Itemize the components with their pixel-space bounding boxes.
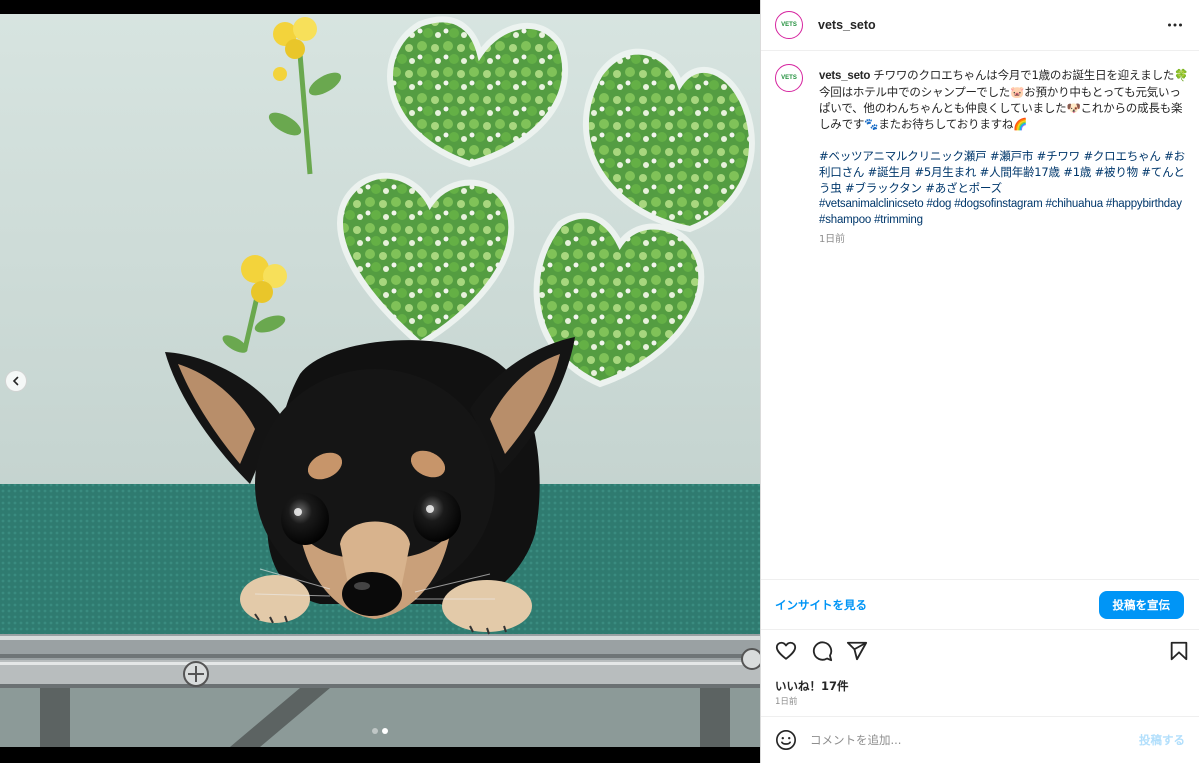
send-icon [846, 641, 868, 661]
post-username[interactable]: vets_seto [818, 18, 876, 32]
carousel-dot [372, 728, 378, 734]
share-button[interactable] [846, 640, 868, 666]
caption-hashtags-latin[interactable]: #vetsanimalclinicseto #dog #dogsofinstag… [819, 196, 1189, 228]
caption-body: vets_seto チワワのクロエちゃんは今月で1歳のお誕生日を迎えました🍀今回は… [819, 67, 1189, 248]
view-insights-link[interactable]: インサイトを見る [775, 597, 867, 613]
caption-text: チワワのクロエちゃんは今月で1歳のお誕生日を迎えました🍀今回はホテル中でのシャン… [819, 68, 1189, 131]
avatar[interactable]: VETS [775, 11, 803, 39]
post-comment-button[interactable]: 投稿する [1139, 732, 1185, 748]
media-pane [0, 0, 760, 763]
post-modal: VETS vets_seto VETS vets_seto チワワのクロエちゃんは… [0, 0, 1200, 763]
emoji-button[interactable] [775, 729, 797, 751]
smiley-icon [776, 730, 796, 750]
comment-input[interactable] [810, 733, 1139, 747]
chevron-left-icon [12, 376, 19, 386]
caption-avatar[interactable]: VETS [775, 64, 803, 92]
comment-button[interactable] [811, 640, 833, 666]
post-timestamp: 1日前 [775, 697, 798, 707]
caption-username[interactable]: vets_seto [819, 70, 870, 82]
more-horizontal-icon [1168, 23, 1182, 27]
more-options-button[interactable] [1167, 17, 1183, 37]
comment-bar: 投稿する [761, 716, 1199, 763]
carousel-dot-active [382, 728, 388, 734]
carousel-indicator [0, 728, 760, 734]
promote-post-button[interactable]: 投稿を宣伝 [1098, 590, 1184, 619]
caption-hashtags[interactable]: #ベッツアニマルクリニック瀬戸 #瀬戸市 #チワワ #クロエちゃん #お利口さん… [819, 148, 1189, 196]
like-count[interactable]: いいね！17件 [775, 678, 849, 694]
avatar-logo: VETS [781, 22, 797, 28]
like-button[interactable] [775, 640, 797, 666]
save-button[interactable] [1169, 640, 1189, 666]
caption-paragraph: vets_seto チワワのクロエちゃんは今月で1歳のお誕生日を迎えました🍀今回は… [819, 67, 1189, 132]
post-header: VETS vets_seto [761, 0, 1199, 51]
bookmark-icon [1170, 641, 1188, 661]
avatar-logo: VETS [781, 75, 797, 81]
post-side-panel: VETS vets_seto VETS vets_seto チワワのクロエちゃんは… [760, 0, 1200, 763]
carousel-prev-button[interactable] [5, 370, 27, 392]
insights-bar: インサイトを見る 投稿を宣伝 [761, 579, 1199, 630]
action-bar [775, 640, 1189, 666]
caption-time: 1日前 [819, 234, 845, 245]
heart-icon [775, 641, 797, 660]
comment-icon [812, 641, 833, 662]
post-photo[interactable] [0, 14, 760, 747]
